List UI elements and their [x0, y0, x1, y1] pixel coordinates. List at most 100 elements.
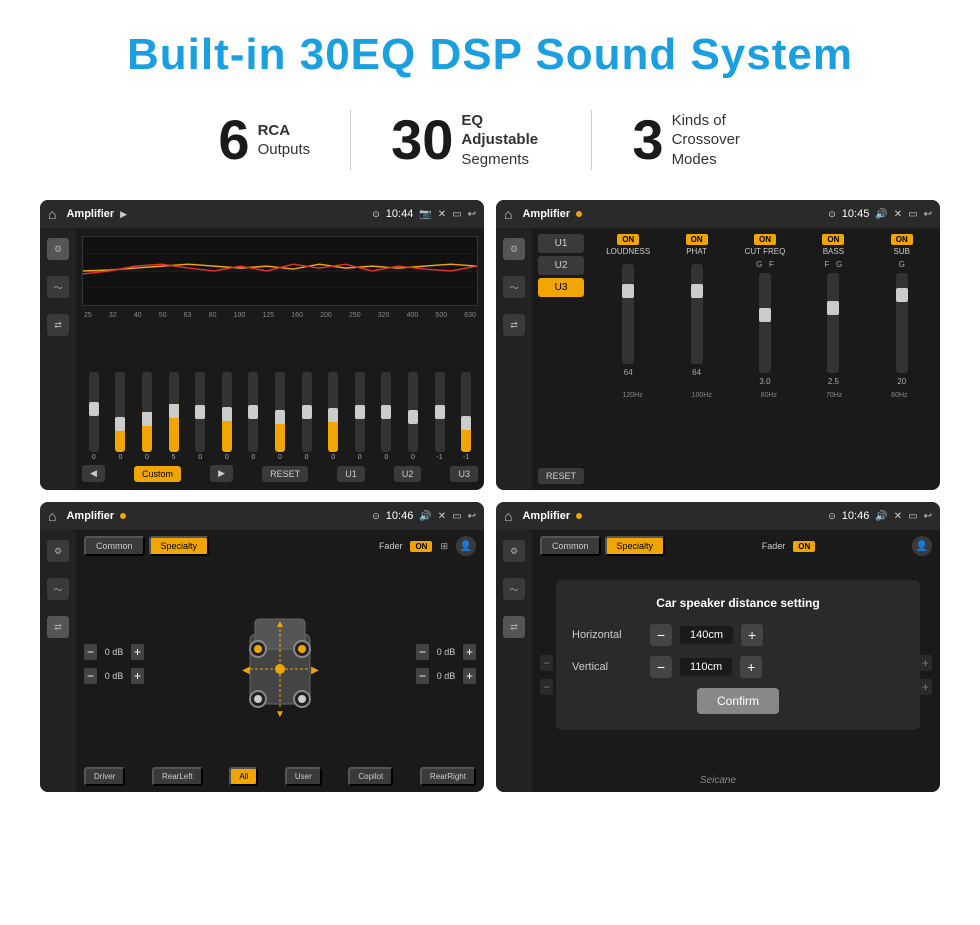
- home-icon-3[interactable]: ⌂: [48, 508, 56, 524]
- loudness-on: ON: [617, 234, 639, 245]
- common-tab[interactable]: Common: [84, 536, 145, 556]
- plus-btn-3[interactable]: +: [463, 668, 476, 684]
- volume-icon-3[interactable]: 🔊: [419, 511, 431, 522]
- crossover-wave-icon[interactable]: 〜: [503, 276, 525, 298]
- minus-btn-2[interactable]: −: [416, 644, 429, 660]
- phat-col: ON PHAT 64: [664, 234, 728, 386]
- loudness-slider[interactable]: [622, 264, 634, 364]
- sd-wave-icon[interactable]: 〜: [503, 578, 525, 600]
- close-icon-2[interactable]: ✕: [894, 209, 902, 220]
- feature-crossover: 3 Kinds of Crossover Modes: [592, 111, 801, 170]
- crossover-reset-btn[interactable]: RESET: [538, 468, 584, 484]
- bass-val: 2.5: [828, 377, 839, 386]
- preset-u2[interactable]: U2: [538, 256, 584, 275]
- sd-eq-icon[interactable]: ⚙: [503, 540, 525, 562]
- minimize-icon[interactable]: ▭: [452, 209, 461, 220]
- bass-slider[interactable]: [827, 273, 839, 373]
- sd-arrow-icon[interactable]: ⇄: [503, 616, 525, 638]
- sf-eq-icon[interactable]: ⚙: [47, 540, 69, 562]
- sf-arrow-icon[interactable]: ⇄: [47, 616, 69, 638]
- rear-left-btn[interactable]: RearLeft: [152, 767, 203, 786]
- features-row: 6 RCA Outputs 30 EQ Adjustable Segments …: [40, 110, 940, 170]
- common-tab-2[interactable]: Common: [540, 536, 601, 556]
- close-icon-3[interactable]: ✕: [438, 511, 446, 522]
- location-icon-3: ⊙: [372, 511, 380, 522]
- crossover-number: 3: [632, 112, 663, 168]
- specialty-tab-2[interactable]: Specialty: [605, 536, 666, 556]
- location-icon: ⊙: [372, 209, 380, 220]
- back-icon-4[interactable]: ↩: [924, 511, 932, 522]
- minus-btn-0[interactable]: −: [84, 644, 97, 660]
- specialty-tab[interactable]: Specialty: [149, 536, 210, 556]
- reset-btn[interactable]: RESET: [262, 466, 308, 482]
- sf-wave-icon[interactable]: 〜: [47, 578, 69, 600]
- horizontal-minus[interactable]: −: [650, 624, 672, 646]
- volume-icon[interactable]: 🔊: [875, 209, 887, 220]
- back-icon[interactable]: ↩: [468, 209, 476, 220]
- crossover-eq-icon[interactable]: ⚙: [503, 238, 525, 260]
- u1-btn[interactable]: U1: [337, 466, 365, 482]
- driver-btn[interactable]: Driver: [84, 767, 125, 786]
- all-btn[interactable]: All: [229, 767, 258, 786]
- ctrl-row-2: − 0 dB +: [416, 644, 476, 660]
- play-icon[interactable]: ▶: [120, 209, 127, 220]
- home-icon[interactable]: ⌂: [48, 206, 56, 222]
- vertical-minus[interactable]: −: [650, 656, 672, 678]
- u2-btn[interactable]: U2: [394, 466, 422, 482]
- speaker-fader-title: Amplifier: [66, 510, 114, 522]
- plus-btn-0[interactable]: +: [131, 644, 144, 660]
- main-title: Built-in 30EQ DSP Sound System: [40, 30, 940, 80]
- minimize-icon-3[interactable]: ▭: [452, 511, 461, 522]
- ctrl-row-1: − 0 dB +: [84, 668, 144, 684]
- minus-btn-1[interactable]: −: [84, 668, 97, 684]
- home-icon-2[interactable]: ⌂: [504, 206, 512, 222]
- loudness-val: 64: [624, 368, 633, 377]
- rca-desc: RCA Outputs: [258, 121, 311, 160]
- eq-slider-2: 0: [142, 372, 152, 461]
- sub-col: ON SUB G 20: [870, 234, 934, 386]
- confirm-button[interactable]: Confirm: [697, 688, 779, 714]
- svg-text:▲: ▲: [275, 619, 285, 630]
- prev-btn[interactable]: ◀: [82, 465, 105, 482]
- bass-col: ON BASS F G 2.5: [801, 234, 865, 386]
- close-icon-4[interactable]: ✕: [894, 511, 902, 522]
- eq-main: 2532405063 80100125160200 25032040050063…: [76, 228, 484, 490]
- crossover-arrow-icon[interactable]: ⇄: [503, 314, 525, 336]
- eq-sidebar-arrow-icon[interactable]: ⇄: [47, 314, 69, 336]
- home-icon-4[interactable]: ⌂: [504, 508, 512, 524]
- back-icon-3[interactable]: ↩: [468, 511, 476, 522]
- minimize-icon-4[interactable]: ▭: [908, 511, 917, 522]
- cutfreq-slider[interactable]: [759, 273, 771, 373]
- sub-slider[interactable]: [896, 273, 908, 373]
- profile-icon[interactable]: 👤: [456, 536, 476, 556]
- user-btn[interactable]: User: [285, 767, 322, 786]
- preset-u3[interactable]: U3: [538, 278, 584, 297]
- eq-sidebar-eq-icon[interactable]: ⚙: [47, 238, 69, 260]
- preset-u1[interactable]: U1: [538, 234, 584, 253]
- fader-sliders-icon: ⊞: [440, 541, 448, 552]
- phat-slider[interactable]: [691, 264, 703, 364]
- custom-btn[interactable]: Custom: [134, 466, 181, 482]
- u3-btn[interactable]: U3: [450, 466, 478, 482]
- copilot-btn[interactable]: Copilot: [348, 767, 393, 786]
- eq-sidebar-wave-icon[interactable]: 〜: [47, 276, 69, 298]
- close-icon[interactable]: ✕: [438, 209, 446, 220]
- speaker-dist-tabs: Common Specialty Fader ON 👤: [540, 536, 932, 556]
- minus-btn-3[interactable]: −: [416, 668, 429, 684]
- right-controls: − 0 dB + − 0 dB +: [416, 564, 476, 763]
- plus-btn-1[interactable]: +: [131, 668, 144, 684]
- rear-right-btn[interactable]: RearRight: [420, 767, 476, 786]
- play-btn[interactable]: ▶: [210, 465, 233, 482]
- vertical-plus[interactable]: +: [740, 656, 762, 678]
- profile-icon-2[interactable]: 👤: [912, 536, 932, 556]
- camera-icon[interactable]: 📷: [419, 209, 431, 220]
- minimize-icon-2[interactable]: ▭: [908, 209, 917, 220]
- crossover-content: ⚙ 〜 ⇄ U1 U2 U3 RESET O: [496, 228, 940, 490]
- volume-icon-4[interactable]: 🔊: [875, 511, 887, 522]
- screenshots-grid: ⌂ Amplifier ▶ ⊙ 10:44 📷 ✕ ▭ ↩ ⚙ 〜 ⇄: [40, 200, 940, 792]
- back-icon-2[interactable]: ↩: [924, 209, 932, 220]
- loudness-label: LOUDNESS: [606, 247, 650, 256]
- plus-btn-2[interactable]: +: [463, 644, 476, 660]
- sub-val: 20: [897, 377, 906, 386]
- horizontal-plus[interactable]: +: [741, 624, 763, 646]
